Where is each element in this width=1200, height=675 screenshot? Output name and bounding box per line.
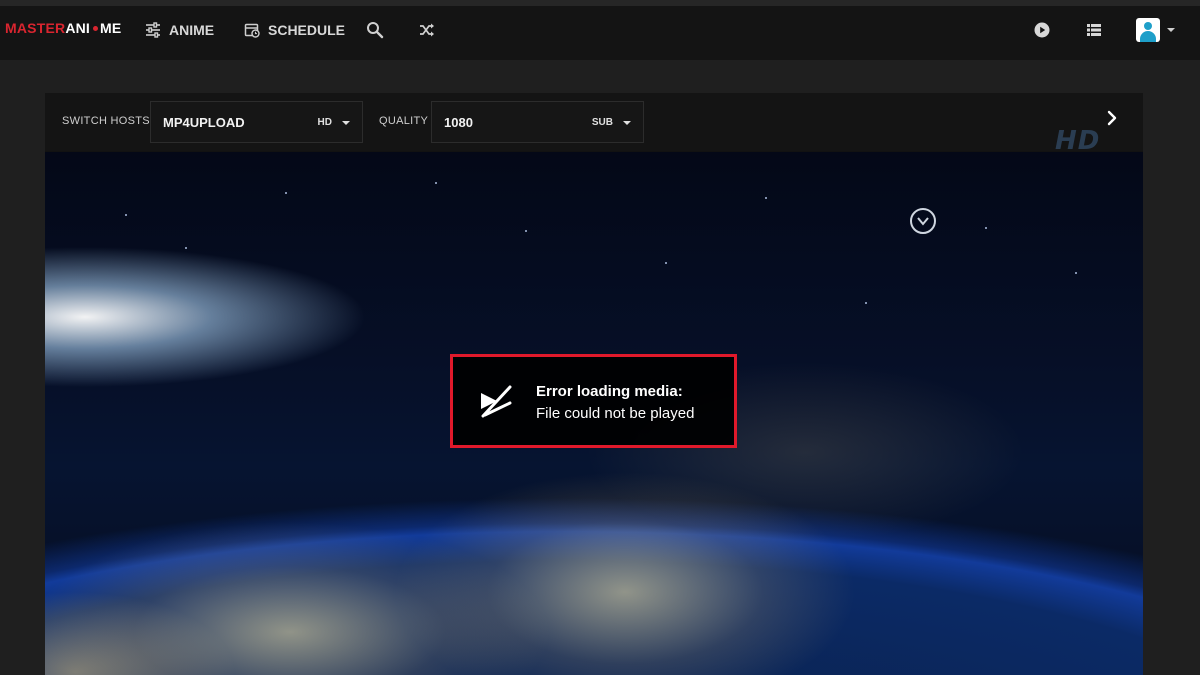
- site-logo[interactable]: MASTER ANI ME: [5, 20, 121, 36]
- hd-badge: HD: [1055, 126, 1101, 156]
- nav-schedule-label: SCHEDULE: [268, 22, 346, 38]
- broken-media-icon: [477, 383, 515, 421]
- error-title: Error loading media:: [536, 383, 683, 400]
- chevron-down-icon: [342, 121, 350, 125]
- switch-hosts-label: SWITCH HOSTS: [62, 115, 150, 127]
- media-error-dialog: Error loading media: File could not be p…: [450, 354, 737, 448]
- list-icon: [1087, 24, 1101, 36]
- host-select[interactable]: MP4UPLOAD HD: [150, 101, 363, 143]
- logo-dot: [93, 25, 99, 31]
- video-player: SWITCH HOSTS MP4UPLOAD HD QUALITY 1080 S…: [45, 93, 1143, 675]
- star-decoration: [185, 247, 187, 249]
- logo-text-ani: ANI: [65, 20, 91, 36]
- user-menu[interactable]: [1136, 17, 1175, 43]
- player-controls: SWITCH HOSTS MP4UPLOAD HD QUALITY 1080 S…: [45, 93, 1143, 151]
- list-button[interactable]: [1082, 18, 1106, 42]
- top-navbar: MASTER ANI ME ANIME SCHEDULE: [0, 0, 1200, 60]
- host-select-value: MP4UPLOAD: [163, 115, 245, 130]
- star-decoration: [525, 230, 527, 232]
- chevron-down-icon: [1167, 28, 1175, 32]
- quality-select-tag: SUB: [591, 117, 613, 128]
- star-decoration: [125, 214, 127, 216]
- logo-text-master: MASTER: [5, 20, 66, 36]
- star-decoration: [985, 227, 987, 229]
- chevron-right-icon: [1106, 110, 1118, 131]
- search-icon: [366, 21, 384, 39]
- play-circle-icon: [1034, 22, 1050, 38]
- quality-select[interactable]: 1080 SUB: [431, 101, 644, 143]
- error-message: File could not be played: [536, 405, 695, 422]
- nav-schedule[interactable]: SCHEDULE: [244, 18, 345, 42]
- video-area[interactable]: Error loading media: File could not be p…: [45, 152, 1143, 675]
- star-decoration: [435, 182, 437, 184]
- next-episode-button[interactable]: [1101, 109, 1123, 131]
- nav-anime[interactable]: ANIME: [145, 18, 214, 42]
- star-decoration: [765, 197, 767, 199]
- star-decoration: [1075, 272, 1077, 274]
- mouse-cursor-indicator: [910, 208, 936, 234]
- logo-text-me: ME: [100, 20, 122, 36]
- calendar-icon: [244, 22, 260, 38]
- star-decoration: [865, 302, 867, 304]
- shuffle-icon: [419, 23, 435, 37]
- host-select-tag: HD: [317, 117, 332, 128]
- sliders-icon: [145, 22, 161, 38]
- nav-anime-label: ANIME: [169, 22, 215, 38]
- watch-button[interactable]: [1030, 18, 1054, 42]
- chevron-down-icon: [623, 121, 631, 125]
- star-decoration: [285, 192, 287, 194]
- search-button[interactable]: [363, 18, 387, 42]
- random-button[interactable]: [415, 18, 439, 42]
- user-avatar: [1136, 18, 1160, 42]
- quality-label: QUALITY: [379, 115, 429, 127]
- star-decoration: [665, 262, 667, 264]
- quality-select-value: 1080: [444, 115, 473, 130]
